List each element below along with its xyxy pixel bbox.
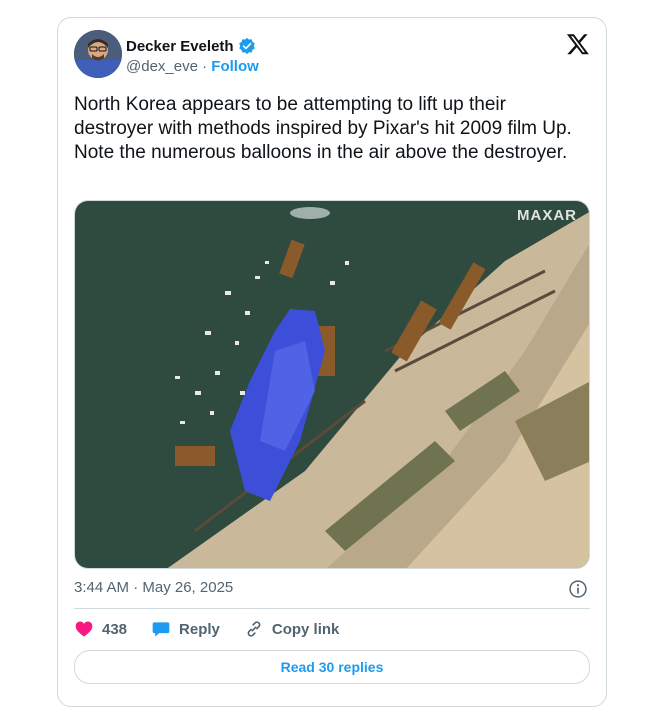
author-handle[interactable]: @dex_eve (126, 58, 198, 75)
avatar-image (74, 30, 122, 78)
like-count: 438 (102, 620, 128, 638)
author-name-row: Decker Eveleth (126, 37, 256, 55)
divider (74, 608, 590, 609)
reply-button[interactable]: Reply (151, 619, 220, 639)
author-handle-row: @dex_eve · Follow (126, 58, 259, 75)
satellite-image (75, 201, 589, 568)
author-name[interactable]: Decker Eveleth (126, 38, 234, 55)
avatar[interactable] (74, 30, 122, 78)
tweet-timestamp[interactable]: 3:44 AM · May 26, 2025 (74, 579, 233, 596)
read-replies-button[interactable]: Read 30 replies (74, 650, 590, 684)
tweet-text: North Korea appears to be attempting to … (74, 94, 572, 163)
media-watermark: MAXAR (517, 207, 577, 224)
x-logo-icon[interactable] (566, 32, 590, 56)
tweet-card: Decker Eveleth @dex_eve · Follow North K… (57, 17, 607, 707)
handle-separator: · (202, 58, 208, 75)
info-icon[interactable] (568, 579, 588, 599)
heart-icon (75, 621, 93, 637)
follow-button[interactable]: Follow (211, 58, 259, 75)
reply-bubble-icon (152, 622, 170, 637)
tweet-media-image[interactable]: MAXAR (74, 200, 590, 569)
verified-badge-icon (238, 37, 255, 55)
link-icon (247, 621, 261, 637)
copy-link-button[interactable]: Copy link (244, 619, 340, 639)
reply-label: Reply (179, 620, 220, 638)
tweet-actions: 438 Reply Copy link (74, 619, 363, 639)
copy-link-label: Copy link (271, 620, 340, 638)
like-button[interactable]: 438 (74, 619, 127, 639)
